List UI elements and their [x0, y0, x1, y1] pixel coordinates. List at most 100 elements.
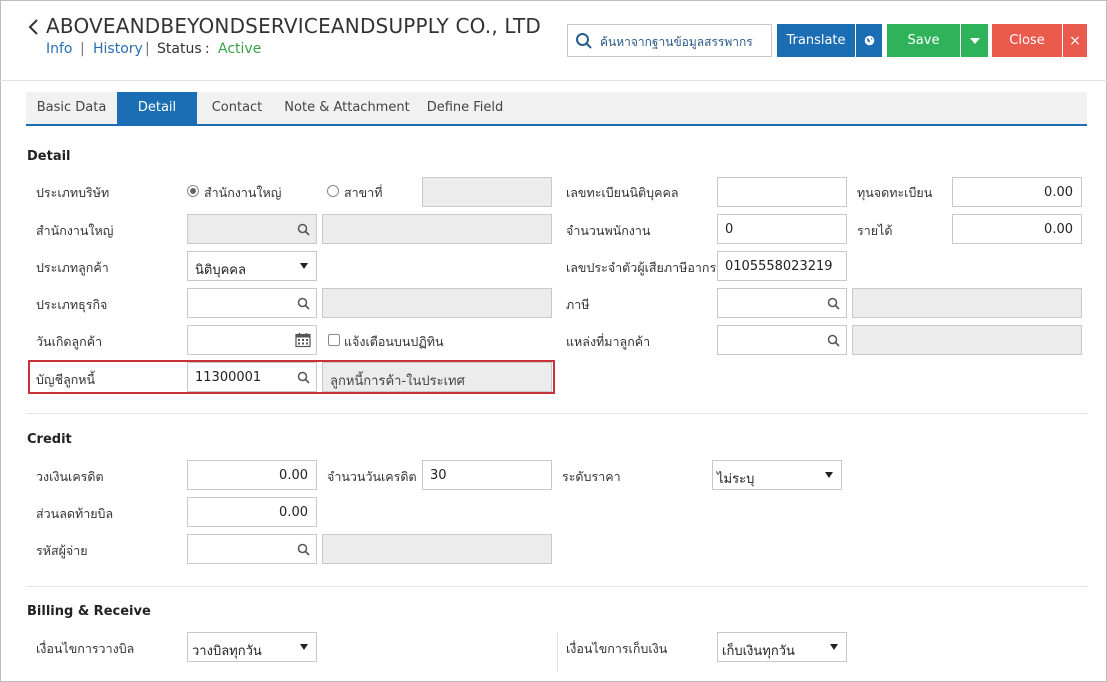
search-placeholder: ค้นหาจากฐานข้อมูลสรรพากร — [600, 35, 753, 49]
billing-condition-value: วางบิลทุกวัน — [192, 644, 262, 659]
branch-number-input[interactable] — [422, 177, 552, 207]
tax-label: ภาษี — [566, 297, 590, 312]
tax-id-input[interactable]: 0105558023219 — [717, 251, 847, 281]
tax-id-label: เลขประจำตัวผู้เสียภาษีอากร — [566, 260, 717, 275]
collection-condition-label: เงื่อนไขการเก็บเงิน — [566, 641, 668, 656]
employee-count-input[interactable]: 0 — [717, 214, 847, 244]
tab-contact[interactable]: Contact — [197, 92, 277, 124]
credit-limit-input[interactable]: 0.00 — [187, 460, 317, 490]
caret-down-icon — [969, 37, 980, 44]
business-type-label: ประเภทธุรกิจ — [36, 297, 108, 312]
section-divider — [26, 586, 1087, 587]
head-office-label: สำนักงานใหญ่ — [36, 223, 114, 238]
tab-basic-data[interactable]: Basic Data — [26, 92, 117, 124]
header-separator: | — [80, 41, 85, 57]
bill-discount-label: ส่วนลดท้ายบิล — [36, 506, 114, 521]
search-icon[interactable] — [827, 334, 840, 347]
receivable-account-input[interactable]: 11300001 — [187, 362, 317, 392]
customer-type-select[interactable]: นิติบุคคล — [187, 251, 317, 281]
search-icon[interactable] — [297, 223, 310, 236]
payer-code-label: รหัสผู้จ่าย — [36, 543, 88, 558]
payer-code-input[interactable] — [187, 534, 317, 564]
search-icon[interactable] — [827, 297, 840, 310]
billing-condition-label: เงื่อนไขการวางบิล — [36, 641, 135, 656]
business-type-name-display — [322, 288, 552, 318]
chevron-left-icon[interactable] — [26, 16, 42, 38]
billing-condition-select[interactable]: วางบิลทุกวัน — [187, 632, 317, 662]
status-label: Status — [157, 41, 202, 57]
tab-note-attachment[interactable]: Note & Attachment — [277, 92, 417, 124]
registered-capital-value: 0.00 — [1044, 185, 1073, 200]
customer-birthday-label: วันเกิดลูกค้า — [36, 334, 103, 349]
receivable-account-code: 11300001 — [195, 370, 262, 385]
income-label: รายได้ — [857, 223, 893, 238]
customer-type-label: ประเภทลูกค้า — [36, 260, 109, 275]
header-divider — [0, 80, 1107, 81]
credit-days-input[interactable]: 30 — [422, 460, 552, 490]
juristic-reg-no-input[interactable] — [717, 177, 847, 207]
collection-condition-select[interactable]: เก็บเงินทุกวัน — [717, 632, 847, 662]
payer-name-display — [322, 534, 552, 564]
status-colon: : — [205, 41, 210, 57]
header-separator: | — [145, 41, 150, 57]
credit-limit-label: วงเงินเครดิต — [36, 469, 104, 484]
receivable-account-label: บัญชีลูกหนี้ — [36, 372, 96, 387]
close-button[interactable]: Close — [992, 24, 1062, 57]
income-input[interactable]: 0.00 — [952, 214, 1082, 244]
save-button[interactable]: Save — [887, 24, 960, 57]
tax-input[interactable] — [717, 288, 847, 318]
customer-birthday-input[interactable] — [187, 325, 317, 355]
caret-down-icon — [830, 644, 838, 650]
tab-detail[interactable]: Detail — [117, 92, 197, 126]
company-type-radio-branch[interactable] — [327, 185, 339, 197]
tab-define-field[interactable]: Define Field — [417, 92, 513, 124]
employee-count-label: จำนวนพนักงาน — [566, 223, 651, 238]
tax-name-display — [852, 288, 1082, 318]
calendar-notify-checkbox[interactable] — [328, 334, 340, 346]
caret-down-icon — [825, 472, 833, 478]
translate-button[interactable]: Translate — [777, 24, 855, 57]
history-link[interactable]: History — [93, 41, 143, 57]
credit-days-value: 30 — [430, 468, 447, 483]
head-office-input[interactable] — [187, 214, 317, 244]
registered-capital-input[interactable]: 0.00 — [952, 177, 1082, 207]
caret-down-icon — [300, 644, 308, 650]
customer-source-input[interactable] — [717, 325, 847, 355]
section-divider — [26, 413, 1087, 414]
search-icon[interactable] — [297, 371, 310, 384]
search-icon[interactable] — [297, 543, 310, 556]
info-link[interactable]: Info — [46, 41, 73, 57]
collection-condition-value: เก็บเงินทุกวัน — [722, 644, 795, 659]
business-type-input[interactable] — [187, 288, 317, 318]
caret-down-icon — [300, 263, 308, 269]
customer-source-label: แหล่งที่มาลูกค้า — [566, 334, 651, 349]
save-options-button[interactable] — [961, 24, 988, 57]
close-icon[interactable]: × — [1063, 24, 1087, 57]
calendar-icon[interactable] — [295, 332, 311, 348]
bill-discount-input[interactable]: 0.00 — [187, 497, 317, 527]
employee-count-value: 0 — [725, 222, 734, 237]
company-type-option-head-office: สำนักงานใหญ่ — [204, 185, 282, 200]
bill-discount-value: 0.00 — [279, 505, 308, 520]
search-icon[interactable] — [297, 297, 310, 310]
tax-id-value: 0105558023219 — [725, 259, 833, 274]
income-value: 0.00 — [1044, 222, 1073, 237]
registered-capital-label: ทุนจดทะเบียน — [857, 185, 933, 200]
credit-section-title: Credit — [27, 432, 72, 447]
receivable-account-name-display: ลูกหนี้การค้า-ในประเทศ — [322, 362, 552, 392]
price-level-value: ไม่ระบุ — [717, 472, 755, 487]
translate-language-button[interactable] — [856, 24, 882, 57]
page-title: ABOVEANDBEYONDSERVICEANDSUPPLY CO., LTD — [46, 14, 542, 38]
juristic-reg-no-label: เลขทะเบียนนิติบุคคล — [566, 185, 679, 200]
price-level-select[interactable]: ไม่ระบุ — [712, 460, 842, 490]
revenue-db-search-input[interactable]: ค้นหาจากฐานข้อมูลสรรพากร — [567, 24, 772, 57]
status-value: Active — [218, 41, 262, 57]
globe-icon — [864, 35, 874, 46]
receivable-account-name: ลูกหนี้การค้า-ในประเทศ — [330, 374, 465, 389]
calendar-notify-label: แจ้งเตือนบนปฏิทิน — [344, 334, 444, 349]
customer-source-name-display — [852, 325, 1082, 355]
credit-limit-value: 0.00 — [279, 468, 308, 483]
customer-type-value: นิติบุคคล — [195, 263, 246, 278]
company-type-radio-head-office[interactable] — [187, 185, 199, 197]
company-type-option-branch: สาขาที่ — [344, 185, 383, 200]
